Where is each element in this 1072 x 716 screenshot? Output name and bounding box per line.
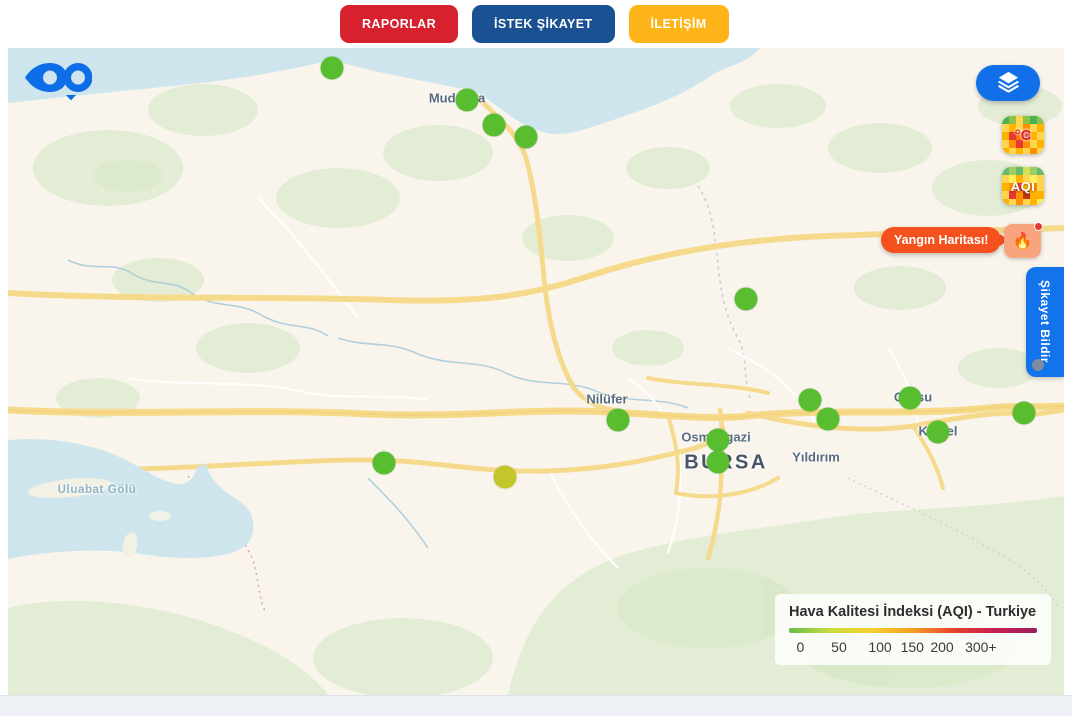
layers-button[interactable] <box>976 65 1040 101</box>
map-canvas[interactable]: MudanyaNilüferOsmangaziBURSAYıldırımGürs… <box>8 48 1064 695</box>
drag-handle <box>1032 359 1044 371</box>
aqi-legend: Hava Kalitesi İndeksi (AQI) - Turkiye 0 5… <box>775 594 1051 665</box>
top-navigation: RAPORLAR İSTEK ŞİKAYET İLETİŞİM <box>0 0 1072 48</box>
aqi-station-marker[interactable] <box>707 451 730 474</box>
aqi-station-marker[interactable] <box>735 288 758 311</box>
legend-tick: 50 <box>831 639 847 655</box>
bottom-strip <box>0 695 1072 716</box>
nav-button-iletisim[interactable]: İLETİŞİM <box>629 5 729 43</box>
aqi-station-marker[interactable] <box>817 408 840 431</box>
temperature-layer-button[interactable]: °C <box>1002 116 1044 154</box>
aqi-heatmap-thumbnail <box>1002 167 1044 205</box>
aqi-station-marker[interactable] <box>515 126 538 149</box>
layers-icon <box>997 70 1020 96</box>
map-label-nil-fer: Nilüfer <box>586 392 627 407</box>
notification-dot <box>1034 222 1043 231</box>
map-label-y-ld-r-m: Yıldırım <box>792 450 840 465</box>
aqi-station-marker[interactable] <box>321 57 344 80</box>
legend-tick: 100 <box>868 639 891 655</box>
legend-tick: 150 <box>901 639 924 655</box>
aqi-station-marker[interactable] <box>373 452 396 475</box>
nav-button-raporlar[interactable]: RAPORLAR <box>340 5 458 43</box>
aqi-station-marker[interactable] <box>799 389 822 412</box>
aqi-station-marker[interactable] <box>607 409 630 432</box>
aqi-layer-button[interactable]: AQI <box>1002 167 1044 205</box>
aqi-station-marker[interactable] <box>927 421 950 444</box>
legend-tick: 0 <box>796 639 804 655</box>
aqi-station-marker[interactable] <box>494 466 517 489</box>
nav-button-istek-sikayet[interactable]: İSTEK ŞİKAYET <box>472 5 615 43</box>
map-label-uluabat-g-l-: Uluabat Gölü <box>58 484 137 496</box>
fire-map-tooltip-text: Yangın Haritası! <box>894 233 988 247</box>
site-logo <box>24 60 92 105</box>
aqi-station-marker[interactable] <box>707 429 730 452</box>
complaint-tab-button[interactable]: Şikayet Bildir <box>1026 267 1064 377</box>
fire-map-button[interactable]: 🔥 <box>1004 224 1041 258</box>
legend-tick: 200 <box>930 639 953 655</box>
nav-buttons: RAPORLAR İSTEK ŞİKAYET İLETİŞİM <box>340 5 729 43</box>
legend-title: Hava Kalitesi İndeksi (AQI) - Turkiye <box>789 604 1037 620</box>
legend-ticks: 0 50 100 150 200 300+ <box>789 639 1037 656</box>
aqi-station-marker[interactable] <box>456 89 479 112</box>
complaint-tab-label: Şikayet Bildir <box>1038 280 1052 363</box>
aqi-gradient-bar <box>789 628 1037 633</box>
fire-map-tooltip: Yangın Haritası! <box>881 227 1001 253</box>
aqi-station-marker[interactable] <box>1013 402 1036 425</box>
legend-tick: 300+ <box>965 639 997 655</box>
aqi-station-marker[interactable] <box>899 387 922 410</box>
temperature-heatmap-thumbnail <box>1002 116 1044 154</box>
fire-icon: 🔥 <box>1013 231 1033 251</box>
aqi-station-marker[interactable] <box>483 114 506 137</box>
